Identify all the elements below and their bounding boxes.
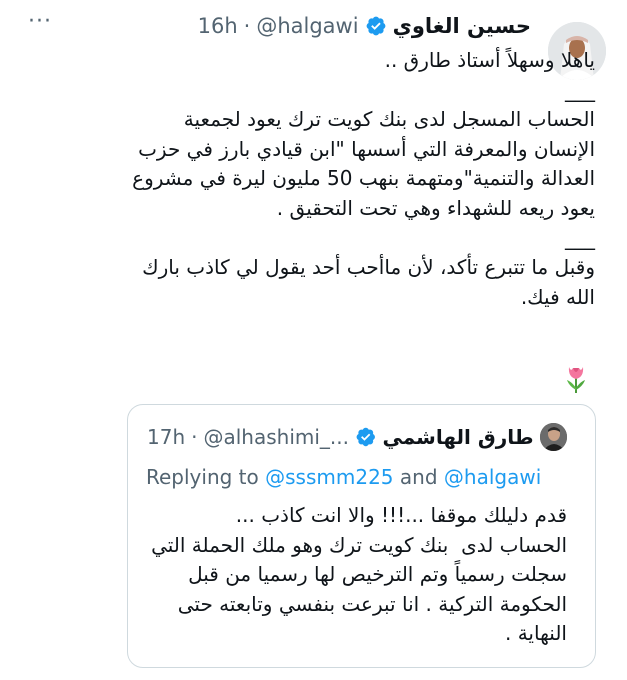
quoted-tweet-time[interactable]: 17h xyxy=(147,425,185,449)
header-separator: · xyxy=(243,14,251,38)
tulip-emoji xyxy=(563,364,589,394)
replying-and: and xyxy=(399,465,438,489)
replying-to-line: Replying to @sssmm225 and @halgawi xyxy=(146,465,541,489)
author-handle[interactable]: @halgawi xyxy=(256,14,358,38)
tweet-text: ياهلا وسهلاً أستاذ طارق .. ___ الحساب ال… xyxy=(132,48,595,309)
quoted-tweet-header: طارق الهاشمي @alhashimi_... · 17h xyxy=(147,423,567,451)
more-options-icon[interactable]: ··· xyxy=(28,11,52,33)
tweet-header: حسين الغاوي @halgawi · 16h xyxy=(61,10,531,42)
tweet-time[interactable]: 16h xyxy=(198,14,238,38)
replying-prefix: Replying to xyxy=(146,465,259,489)
author-name[interactable]: حسين الغاوي xyxy=(393,14,531,38)
verified-badge-icon xyxy=(356,427,375,447)
quoted-tweet[interactable]: طارق الهاشمي @alhashimi_... · 17h Replyi… xyxy=(127,404,596,668)
quoted-author-handle[interactable]: @alhashimi_... xyxy=(203,425,349,449)
quoted-author-name[interactable]: طارق الهاشمي xyxy=(383,425,534,449)
quoted-tweet-text: قدم دليلك موقفا ...!!! والا انت كاذب ...… xyxy=(151,503,567,646)
mention-link[interactable]: @halgawi xyxy=(444,465,541,489)
mention-link[interactable]: @sssmm225 xyxy=(265,465,393,489)
quoted-header-separator: · xyxy=(191,425,198,449)
quoted-author-avatar[interactable] xyxy=(539,423,567,451)
verified-badge-icon xyxy=(366,16,385,36)
